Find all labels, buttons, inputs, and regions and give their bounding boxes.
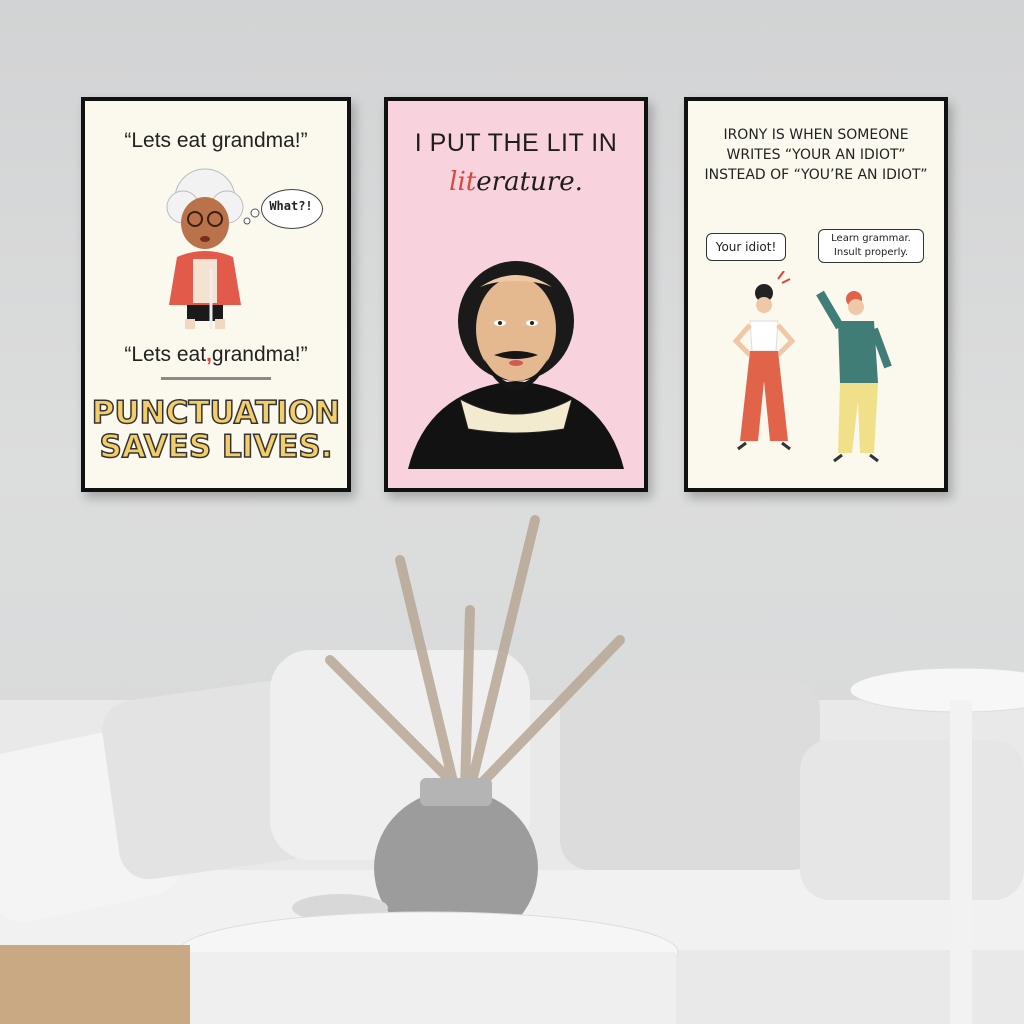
- headline-line1: PUNCTUATION: [91, 394, 341, 432]
- poster-irony: IRONY IS WHEN SOMEONE WRITES “YOUR AN ID…: [688, 101, 944, 488]
- poster2-line2: literature.: [388, 167, 644, 197]
- bubble-right-line1: Learn grammar.: [831, 233, 911, 244]
- poster-grandma: “Lets eat grandma!” What?! “Lets eat,gra…: [85, 101, 347, 488]
- poster2-line1: I PUT THE LIT IN: [414, 129, 618, 157]
- lit-part: lit: [449, 167, 477, 197]
- speech-bubble-right: Learn grammar. Insult properly.: [818, 229, 924, 263]
- irony-line2: WRITES “YOUR AN IDIOT”: [726, 147, 906, 163]
- grandma-illustration: [166, 168, 260, 329]
- rest-part: erature.: [476, 167, 583, 197]
- divider-line: [161, 377, 271, 380]
- quote-top: “Lets eat grandma!”: [124, 129, 308, 152]
- arguing-people-illustration: [732, 271, 892, 463]
- irony-line1: IRONY IS WHEN SOMEONE: [723, 127, 909, 143]
- irony-line3: INSTEAD OF “YOU’RE AN IDIOT”: [704, 167, 928, 183]
- quote-bottom-post: grandma!”: [211, 343, 308, 366]
- poster-frame-irony: IRONY IS WHEN SOMEONE WRITES “YOUR AN ID…: [684, 97, 948, 492]
- thought-text: What?!: [269, 199, 313, 213]
- shakespeare-portrait: [408, 261, 624, 469]
- poster-frame-shakespeare: I PUT THE LIT IN literature.: [384, 97, 648, 492]
- quote-bottom: “Lets eat,grandma!”: [85, 343, 347, 367]
- quote-bottom-pre: “Lets eat: [124, 343, 207, 366]
- bubble-right-line2: Insult properly.: [833, 247, 909, 258]
- poster-frame-grandma: “Lets eat grandma!” What?! “Lets eat,gra…: [81, 97, 351, 492]
- headline-line2: SAVES LIVES.: [99, 428, 334, 466]
- poster-shakespeare: I PUT THE LIT IN literature.: [388, 101, 644, 488]
- speech-bubble-left: Your idiot!: [706, 233, 786, 261]
